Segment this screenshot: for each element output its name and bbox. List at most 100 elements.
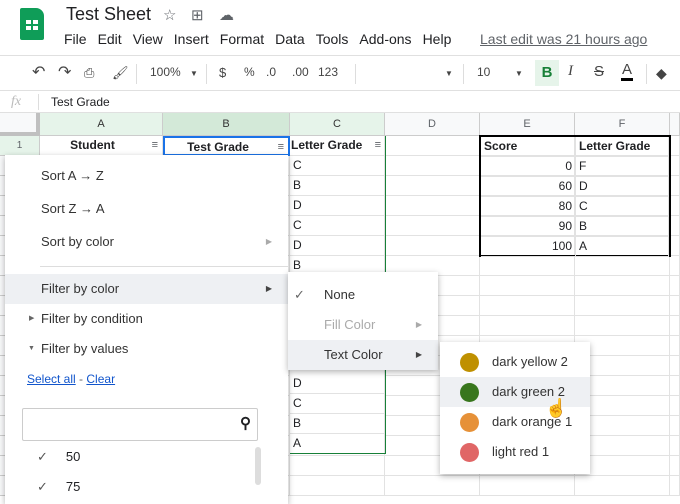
cell-letter-grade[interactable]: C [290, 156, 385, 176]
sort-a-z[interactable]: Sort A → Z [5, 161, 288, 191]
column-header-b[interactable]: B [163, 113, 290, 136]
cell[interactable] [670, 136, 680, 156]
menu-tools[interactable]: Tools [316, 31, 349, 47]
cell-letter-grade[interactable]: D [290, 196, 385, 216]
value-item[interactable]: ✓ 75 [37, 479, 80, 495]
lookup-score[interactable]: 80 [481, 197, 576, 217]
cell[interactable] [385, 476, 480, 496]
filter-by-values[interactable]: ▼ Filter by values [5, 334, 288, 364]
cell[interactable] [290, 476, 385, 496]
filter-icon[interactable]: ≡ [375, 136, 381, 155]
bold-button[interactable]: B [535, 60, 559, 86]
cell[interactable] [670, 276, 680, 296]
cell[interactable] [480, 276, 575, 296]
cell-letter-grade[interactable]: D [290, 374, 385, 394]
lookup-grade[interactable]: A [576, 237, 669, 257]
color-none[interactable]: ✓ None [288, 280, 438, 310]
cell-a1[interactable]: Student ≡ [40, 136, 163, 156]
paint-format-icon[interactable]: 🖌 [112, 65, 129, 81]
cell-letter-grade[interactable]: A [290, 434, 385, 454]
cell[interactable] [575, 316, 670, 336]
cell[interactable] [575, 256, 670, 276]
font-size-select[interactable]: 10 [477, 65, 490, 79]
cell[interactable] [385, 136, 480, 156]
lookup-score[interactable]: 100 [481, 237, 576, 257]
filter-icon[interactable]: ≡ [278, 138, 284, 154]
values-scrollbar[interactable] [255, 447, 261, 485]
zoom-dropdown-icon[interactable]: ▼ [190, 69, 198, 78]
more-formats-button[interactable]: 123 [318, 65, 338, 79]
lookup-score[interactable]: 60 [481, 177, 576, 197]
cell-b1[interactable]: Test Grade ≡ [163, 136, 290, 156]
lookup-grade[interactable]: B [576, 217, 669, 237]
increase-decimal-button[interactable]: .00 [292, 65, 309, 79]
undo-icon[interactable]: ↶ [32, 62, 45, 82]
cell[interactable] [670, 216, 680, 236]
move-folder-icon[interactable]: ⊞ [191, 6, 204, 24]
filter-icon[interactable]: ≡ [152, 136, 158, 155]
fill-color-icon[interactable]: ◆ [656, 65, 667, 82]
cell[interactable] [670, 376, 680, 396]
column-header-a[interactable]: A [40, 113, 163, 136]
formula-input[interactable]: Test Grade [51, 95, 110, 109]
menu-addons[interactable]: Add-ons [359, 31, 411, 47]
select-all-corner[interactable] [0, 113, 40, 136]
text-color-option[interactable]: dark green 2 [440, 377, 590, 407]
menu-format[interactable]: Format [220, 31, 264, 47]
cell[interactable] [480, 476, 575, 496]
cell[interactable] [385, 176, 480, 196]
last-edit-link[interactable]: Last edit was 21 hours ago [480, 31, 647, 47]
cell[interactable] [290, 456, 385, 476]
cell[interactable] [670, 436, 680, 456]
cell[interactable] [480, 296, 575, 316]
cell[interactable] [575, 296, 670, 316]
row-header-1[interactable]: 1 [0, 136, 40, 156]
currency-button[interactable]: $ [219, 65, 226, 80]
cell[interactable] [670, 256, 680, 276]
menu-insert[interactable]: Insert [174, 31, 209, 47]
percent-button[interactable]: % [244, 65, 255, 79]
cell[interactable] [670, 456, 680, 476]
sort-z-a[interactable]: Sort Z → A [5, 194, 288, 224]
cell[interactable] [670, 316, 680, 336]
cell[interactable] [575, 476, 670, 496]
cell[interactable] [480, 316, 575, 336]
strikethrough-button[interactable]: S [594, 63, 604, 80]
print-icon[interactable]: ⎙ [84, 65, 94, 81]
cell[interactable] [670, 336, 680, 356]
search-icon[interactable]: ⚲ [240, 414, 251, 432]
select-all-link[interactable]: Select all [27, 372, 76, 386]
sort-by-color[interactable]: Sort by color ▶ [5, 227, 288, 257]
cell-letter-grade[interactable]: C [290, 216, 385, 236]
menu-file[interactable]: File [64, 31, 87, 47]
text-color-button[interactable]: A [621, 61, 634, 81]
cell[interactable] [385, 236, 480, 256]
lookup-grade[interactable]: D [576, 177, 669, 197]
header-score[interactable]: Score [481, 137, 576, 157]
fill-color[interactable]: Fill Color ▶ [288, 310, 438, 340]
cell[interactable] [385, 156, 480, 176]
cell[interactable] [670, 196, 680, 216]
lookup-score[interactable]: 90 [481, 217, 576, 237]
value-item[interactable]: ✓ 50 [37, 449, 80, 465]
cell-letter-grade[interactable]: B [290, 176, 385, 196]
redo-icon[interactable]: ↷ [58, 62, 71, 82]
cell[interactable] [670, 476, 680, 496]
column-header-f[interactable]: F [575, 113, 670, 136]
lookup-score[interactable]: 0 [481, 157, 576, 177]
cell-letter-grade[interactable]: B [290, 414, 385, 434]
cell[interactable] [670, 416, 680, 436]
filter-by-color[interactable]: Filter by color ▶ [5, 274, 288, 304]
cell[interactable] [385, 196, 480, 216]
cell-letter-grade[interactable]: D [290, 236, 385, 256]
cell[interactable] [670, 156, 680, 176]
lookup-grade[interactable]: F [576, 157, 669, 177]
menu-help[interactable]: Help [423, 31, 452, 47]
column-header-e[interactable]: E [480, 113, 575, 136]
zoom-select[interactable]: 100% [150, 65, 181, 79]
font-size-dropdown-icon[interactable]: ▼ [515, 69, 523, 78]
menu-data[interactable]: Data [275, 31, 305, 47]
cell[interactable] [385, 216, 480, 236]
star-icon[interactable]: ☆ [163, 6, 176, 24]
text-color-option[interactable]: light red 1 [440, 437, 590, 467]
